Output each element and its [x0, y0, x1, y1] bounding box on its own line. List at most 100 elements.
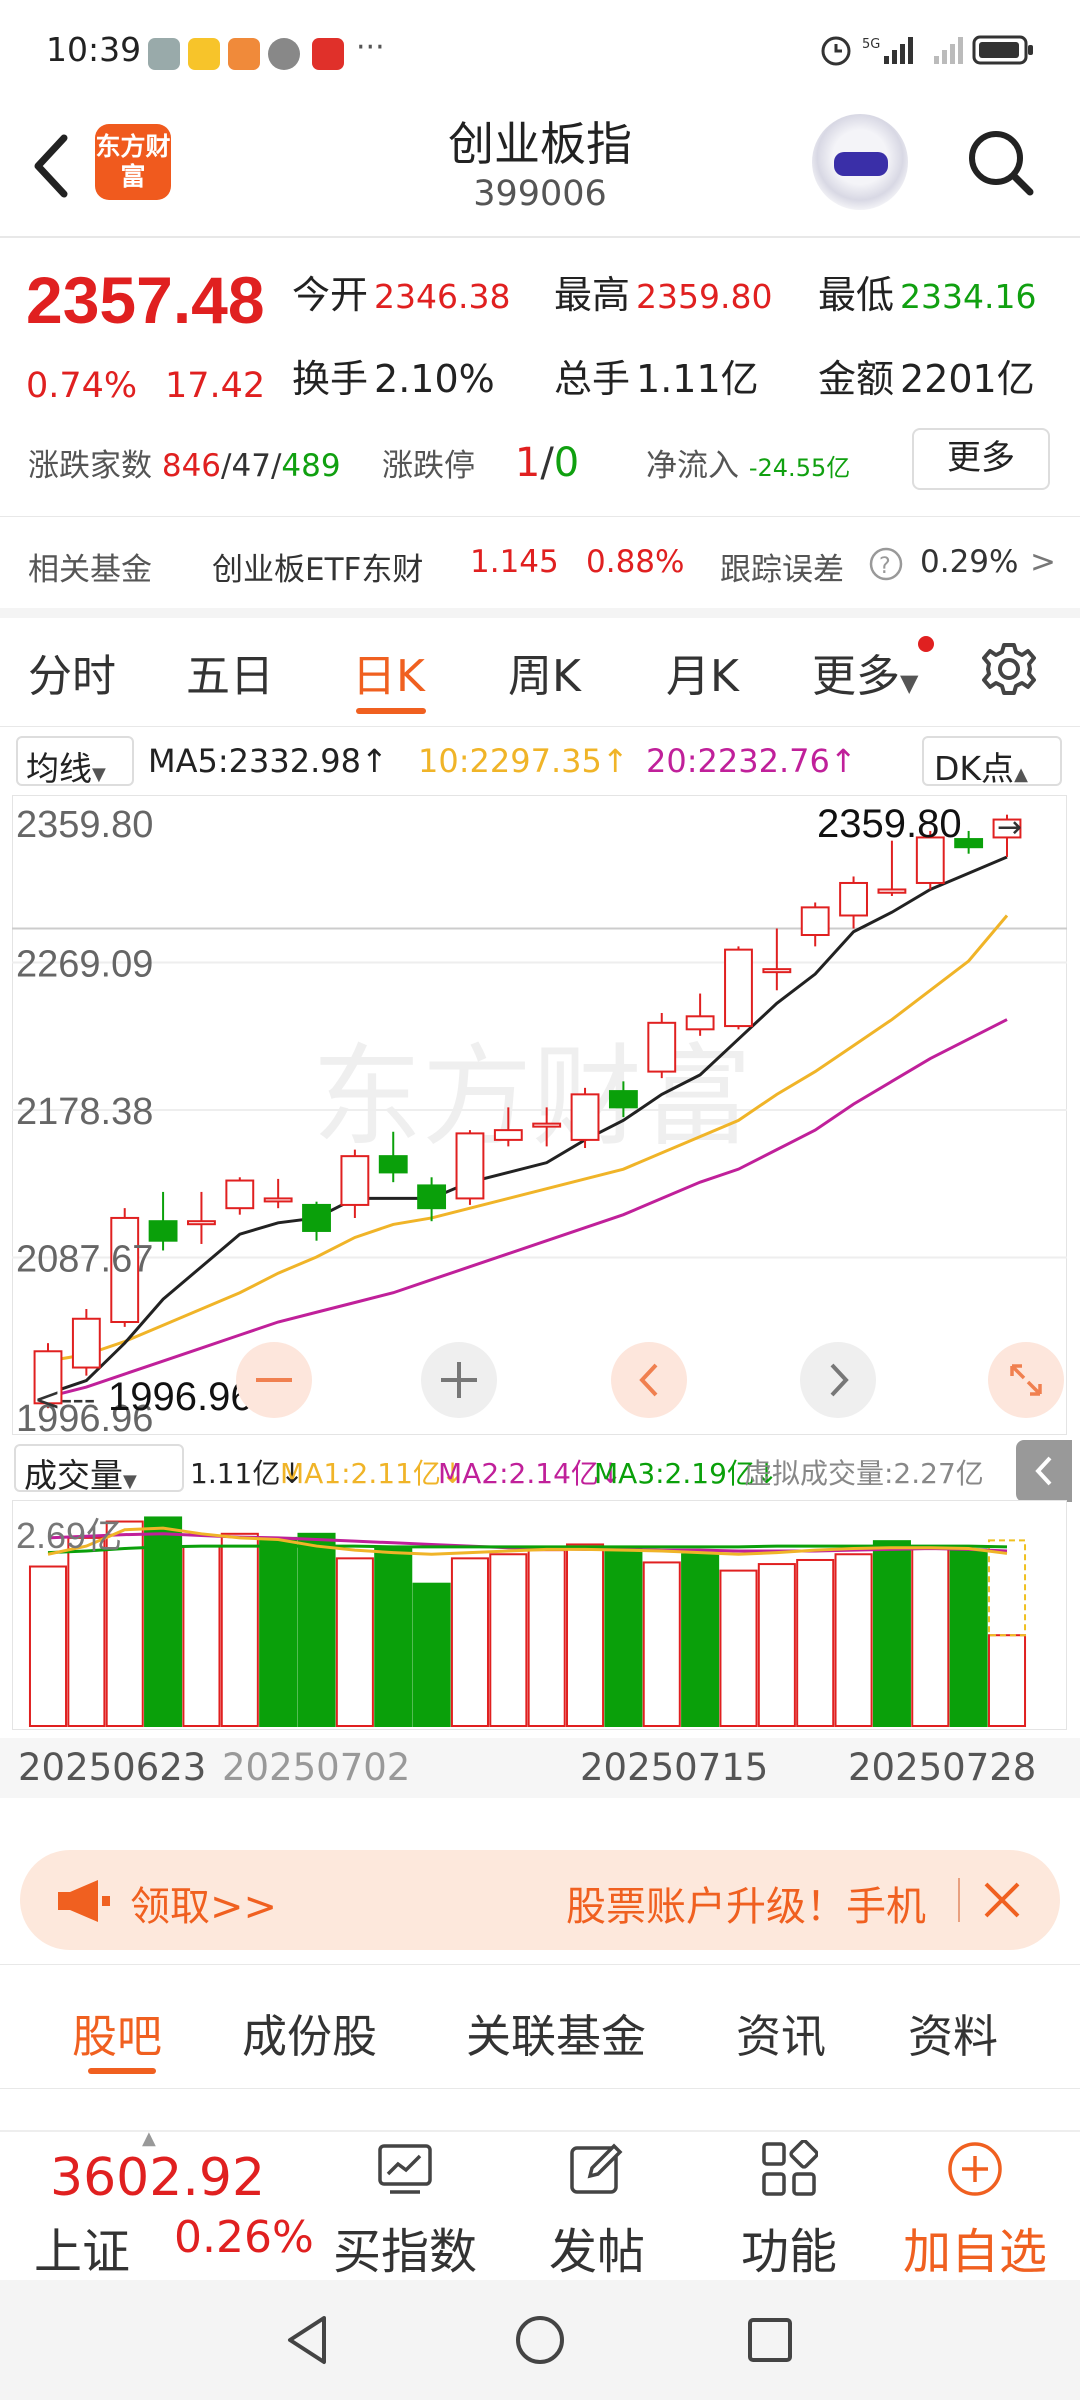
high-item: 最高 2359.80	[554, 264, 772, 319]
back-icon[interactable]	[24, 126, 84, 206]
volume-chart[interactable]: 2.69亿	[12, 1500, 1067, 1730]
volume-selector-label: 成交量	[24, 1456, 123, 1495]
functions-label: 功能	[740, 2224, 837, 2280]
fullscreen-button[interactable]	[988, 1342, 1064, 1418]
post-button[interactable]: 发帖	[522, 2140, 672, 2280]
nav-back-icon[interactable]	[280, 2310, 336, 2370]
candle-body	[877, 888, 907, 894]
buy-index-label: 买指数	[332, 2224, 477, 2280]
fund-label: 相关基金	[28, 552, 152, 588]
post-label: 发帖	[548, 2224, 645, 2280]
candle-body	[647, 1021, 677, 1073]
tab-profile[interactable]: 资料	[908, 2000, 998, 2065]
index-price[interactable]: 3602.92	[50, 2148, 265, 2208]
candle-body	[71, 1317, 101, 1369]
banner-divider	[958, 1878, 960, 1922]
candle-body	[148, 1220, 178, 1242]
close-icon[interactable]	[978, 1876, 1026, 1924]
nav-home-icon[interactable]	[510, 2310, 570, 2370]
candle-body	[187, 1220, 216, 1226]
ma-selector[interactable]: 均线▼	[16, 736, 134, 788]
tab-week-k[interactable]: 周K	[508, 640, 581, 704]
amount-label: 金额	[818, 357, 895, 401]
price-axis-label: 2359.80	[16, 804, 153, 846]
ma-row: 均线▼ MA5:2332.98↑ 10:2297.35↑ 20:2232.76↑…	[0, 732, 1080, 790]
dk-point-selector[interactable]: DK点▲	[922, 736, 1062, 788]
tab-more[interactable]: 更多▼	[812, 640, 918, 704]
fund-arrow[interactable]: >	[1030, 544, 1056, 580]
volume-bar	[297, 1532, 336, 1728]
add-watchlist-label: 加自选	[902, 2224, 1047, 2280]
kline-chart[interactable]: 东方财富 2359.802269.092178.382087.671996.96…	[12, 795, 1067, 1435]
logo-text: 东方财富	[95, 132, 171, 191]
breadth-up: 846	[161, 448, 222, 484]
tab-active-indicator	[356, 708, 426, 714]
amount-item: 金额 2201亿	[818, 348, 1035, 403]
ma20-value: 20:2232.76↑	[646, 742, 857, 780]
open-label: 今开	[292, 273, 369, 317]
search-icon[interactable]	[960, 122, 1040, 202]
high-marker-arrow: →	[997, 810, 1022, 845]
candle-body	[378, 1155, 408, 1174]
gear-icon[interactable]	[978, 638, 1040, 700]
wechat-icon	[148, 38, 180, 70]
help-icon[interactable]: ?	[868, 546, 904, 582]
volume-bar	[719, 1569, 758, 1727]
candle-body	[685, 1015, 715, 1031]
tab-news[interactable]: 资讯	[736, 2000, 826, 2065]
functions-button[interactable]: 功能	[714, 2139, 864, 2280]
tab-month-k[interactable]: 月K	[666, 640, 739, 704]
tab-day-k[interactable]: 日K	[352, 640, 425, 704]
tab-constituents[interactable]: 成份股	[242, 2000, 377, 2065]
candle-body	[302, 1203, 331, 1232]
candle-body	[724, 948, 753, 1028]
chart-icon	[378, 2144, 432, 2194]
candle-body	[455, 1132, 485, 1200]
volume-bar	[67, 1536, 106, 1728]
system-nav-bar	[0, 2280, 1080, 2400]
stock-code: 399006	[473, 174, 607, 214]
price-axis-label: 2178.38	[16, 1091, 153, 1133]
app-c-icon	[312, 38, 344, 70]
index-name[interactable]: 上证	[34, 2212, 130, 2282]
tab-five-day[interactable]: 五日	[186, 640, 274, 704]
low-marker: 1996.96	[108, 1375, 253, 1419]
tab-related-funds[interactable]: 关联基金	[466, 2000, 646, 2065]
date-label: 20250702	[222, 1746, 411, 1789]
candle-body	[570, 1093, 600, 1141]
tab-intraday[interactable]: 分时	[28, 640, 116, 704]
candle-body	[493, 1129, 523, 1141]
nav-recents-icon[interactable]	[740, 2310, 800, 2370]
date-label: 20250715	[580, 1746, 769, 1789]
fund-name[interactable]: 创业板ETF东财	[212, 544, 423, 589]
add-watchlist-button[interactable]: 加自选	[900, 2140, 1050, 2280]
zoom-out-button[interactable]	[236, 1342, 312, 1418]
ma10-value: 10:2297.35↑	[418, 742, 629, 780]
battery-icon	[972, 35, 1033, 65]
candle-body	[532, 1122, 562, 1128]
volume-selector[interactable]: 成交量▼	[14, 1444, 184, 1495]
buy-index-button[interactable]: 买指数	[330, 2140, 480, 2280]
promo-banner[interactable]: 领取>> 股票账户升级！手机	[20, 1850, 1060, 1950]
open-value: 2346.38	[374, 277, 511, 316]
banner-link[interactable]: 领取>>	[130, 1874, 277, 1932]
pan-left-button[interactable]	[611, 1342, 687, 1418]
high-marker: 2359.80	[817, 802, 962, 846]
zoom-in-button[interactable]	[421, 1342, 497, 1418]
chevron-down-icon: ▲	[1014, 764, 1028, 785]
price-axis-label: 2087.67	[16, 1239, 153, 1281]
date-label: 20250728	[848, 1746, 1037, 1789]
virtual-volume: 虚拟成交量:2.27亿	[744, 1457, 984, 1490]
volume-bar	[412, 1582, 451, 1728]
volume-bar	[681, 1553, 720, 1727]
pan-right-button[interactable]	[800, 1342, 876, 1418]
tab-guba[interactable]: 股吧	[72, 2000, 162, 2065]
volume-bar	[604, 1546, 643, 1727]
status-bar: 10:39 ··· 5G	[0, 0, 1080, 96]
robot-assistant-icon[interactable]	[812, 114, 908, 210]
index-pct[interactable]: 0.26%	[174, 2212, 314, 2263]
more-button[interactable]: 更多	[912, 428, 1050, 490]
app-icon	[228, 38, 260, 70]
tab-more-label: 更多	[812, 651, 900, 702]
collapse-panel-button[interactable]	[1016, 1440, 1072, 1502]
